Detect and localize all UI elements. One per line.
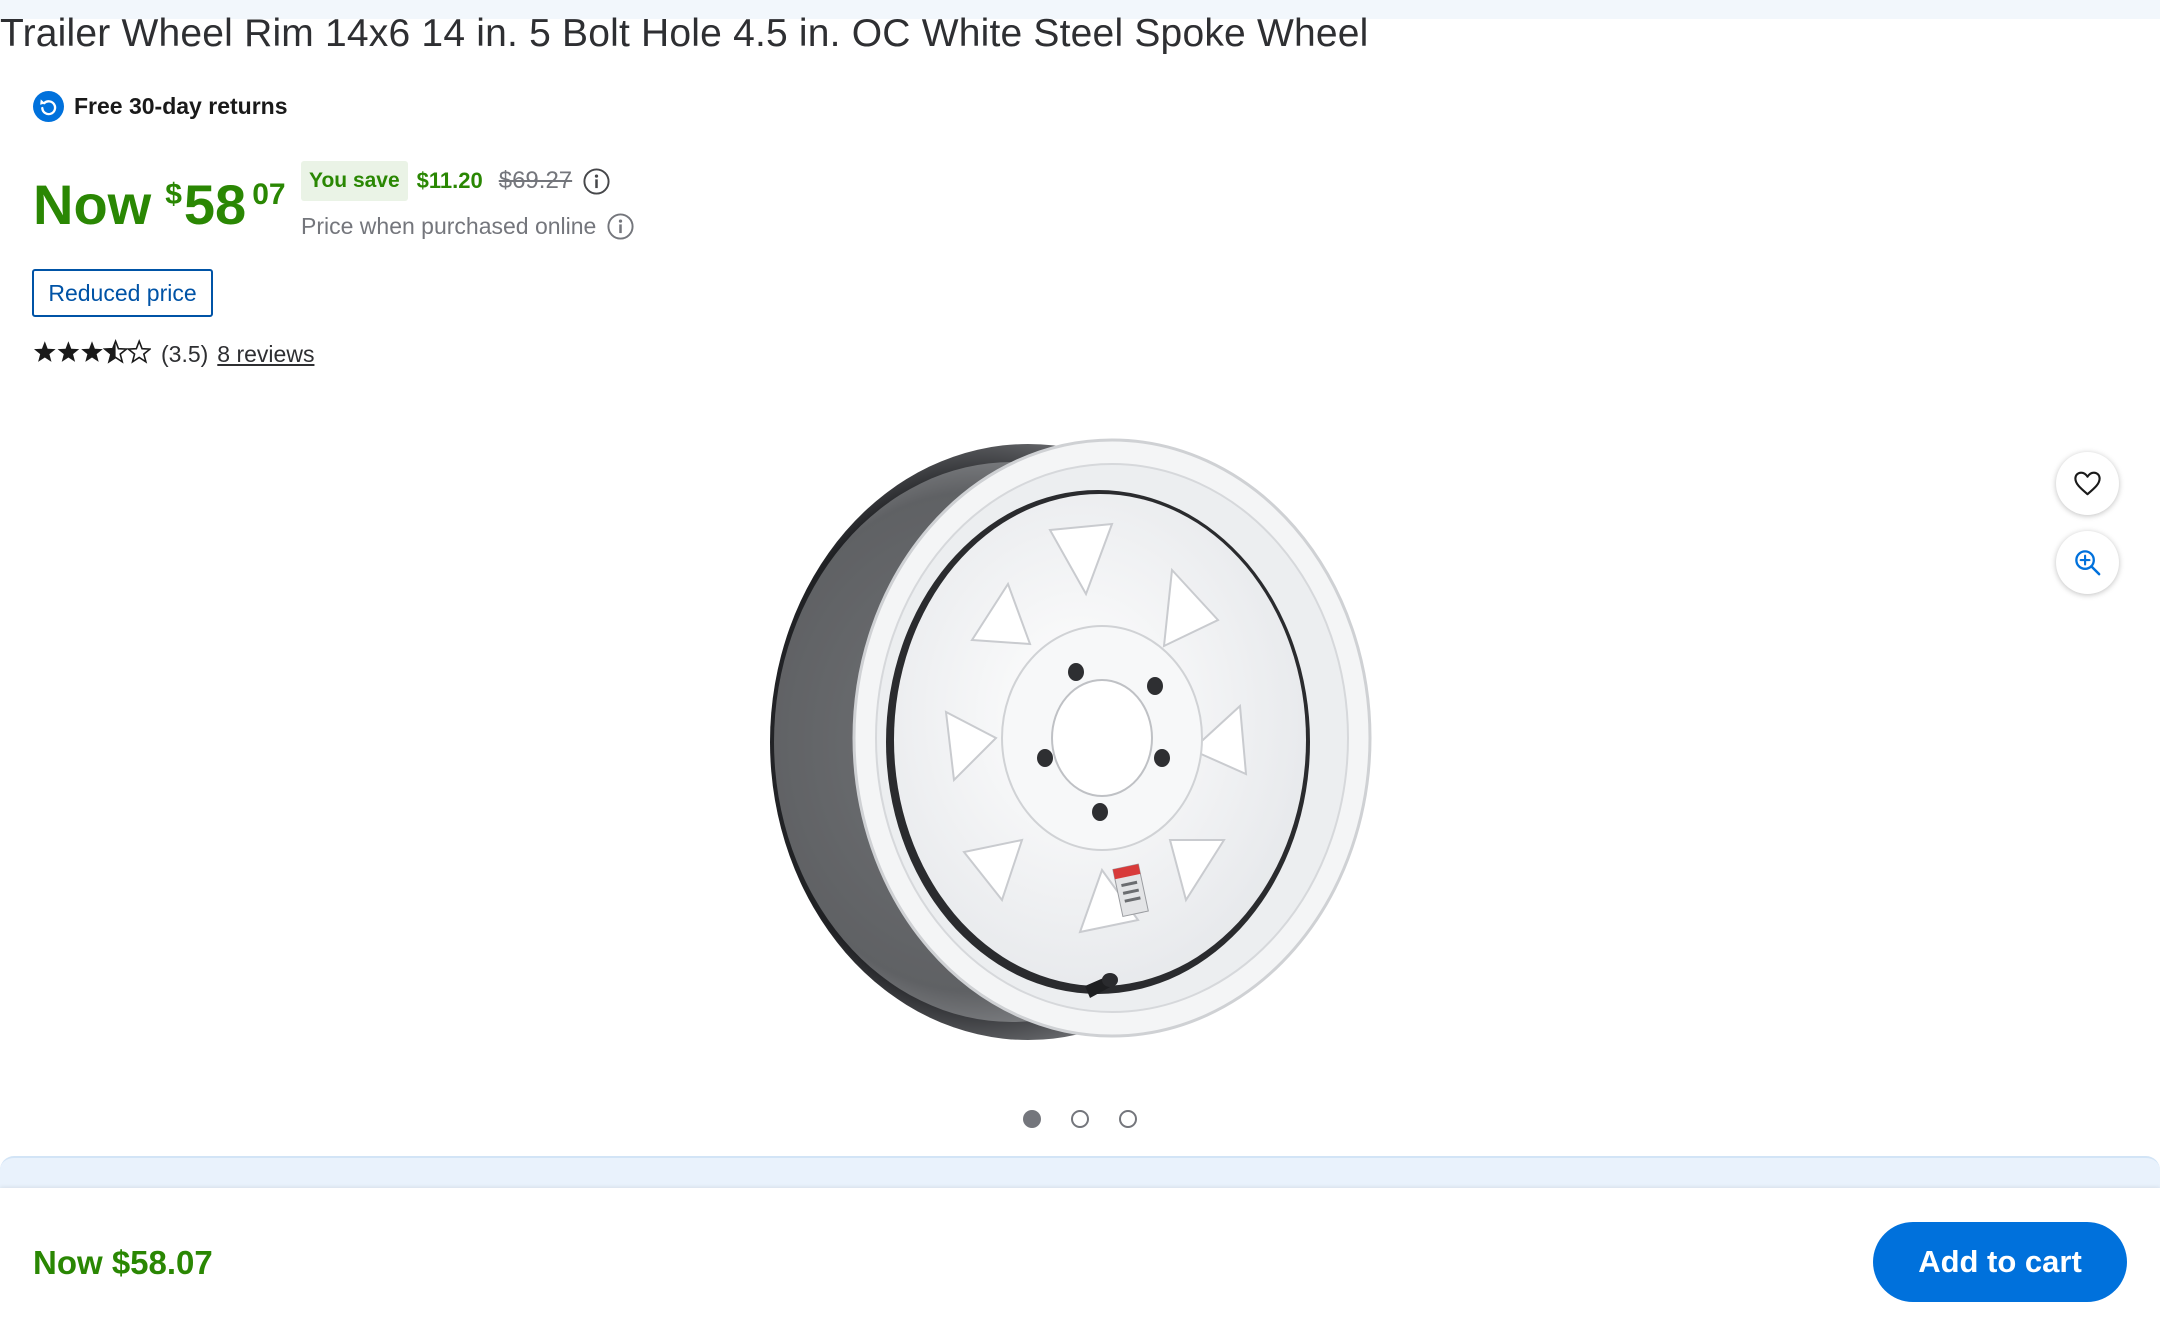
product-image[interactable] [740, 420, 1400, 1060]
price-note: Price when purchased online [301, 213, 597, 239]
was-price: $69.27 [498, 167, 573, 194]
sticky-price: Now $58.07 [33, 1244, 213, 1281]
price-cents: 07 [252, 178, 286, 211]
zoom-in-icon [2075, 550, 2101, 576]
zoom-button[interactable] [2056, 531, 2119, 594]
save-amount: $11.20 [416, 168, 483, 193]
rating-row: (3.5) 8 reviews [33, 339, 314, 369]
returns-info: Free 30-day returns [33, 91, 287, 122]
carousel-dot[interactable] [1023, 1110, 1041, 1128]
info-icon[interactable] [606, 212, 635, 241]
sticky-cart-bar: Now $58.07 Add to cart [0, 1188, 2160, 1335]
info-icon[interactable] [582, 167, 611, 196]
carousel-dot[interactable] [1119, 1110, 1137, 1128]
add-to-cart-button[interactable]: Add to cart [1873, 1222, 2127, 1302]
favorite-button[interactable] [2056, 452, 2119, 515]
current-price: Now $ 58 07 [33, 172, 286, 238]
heart-icon [2074, 471, 2101, 496]
star-icon [81, 341, 103, 362]
returns-icon [33, 91, 64, 122]
star-icon [57, 341, 80, 362]
star-icon [33, 341, 56, 362]
price-note-row: Price when purchased online [301, 212, 635, 241]
price-currency: $ [165, 178, 182, 211]
savings-row: You save $11.20 $69.27 [301, 161, 611, 201]
price-prefix: Now [33, 173, 152, 236]
product-title: Trailer Wheel Rim 14x6 14 in. 5 Bolt Hol… [0, 12, 1369, 55]
star-rating [33, 339, 151, 364]
section-divider [0, 1156, 2160, 1188]
you-save-badge: You save [301, 161, 408, 201]
reviews-link[interactable]: 8 reviews [217, 341, 314, 368]
star-half-icon [102, 339, 129, 364]
carousel-dot[interactable] [1071, 1110, 1089, 1128]
returns-label: Free 30-day returns [74, 93, 288, 119]
reduced-price-badge: Reduced price [32, 269, 213, 317]
star-empty-icon [126, 339, 151, 364]
price-dollars: 58 [183, 173, 247, 236]
rating-value: (3.5) [161, 340, 209, 367]
